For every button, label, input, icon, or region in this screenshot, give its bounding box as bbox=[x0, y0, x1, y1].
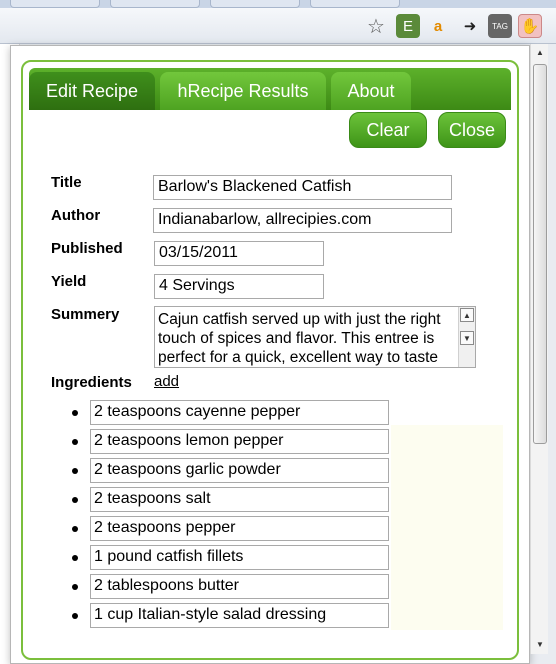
summary-textarea[interactable]: Cajun catfish served up with just the ri… bbox=[154, 306, 476, 368]
ingredient-input[interactable]: 2 teaspoons pepper bbox=[90, 516, 389, 541]
published-label: Published bbox=[51, 240, 123, 257]
scroll-down-icon[interactable]: ▼ bbox=[533, 636, 547, 652]
list-bullet bbox=[72, 613, 78, 619]
amazon-icon[interactable]: a bbox=[426, 14, 450, 38]
list-bullet bbox=[72, 497, 78, 503]
ingredient-input[interactable]: 1 pound catfish fillets bbox=[90, 545, 389, 570]
scroll-up-icon[interactable]: ▲ bbox=[533, 44, 547, 60]
scroll-down-icon[interactable]: ▼ bbox=[460, 331, 474, 345]
recipe-panel: Edit Recipe hRecipe Results About Clear … bbox=[21, 60, 519, 660]
list-bullet bbox=[72, 526, 78, 532]
browser-tab[interactable] bbox=[210, 0, 300, 8]
clear-button[interactable]: Clear bbox=[349, 112, 427, 148]
evernote-icon[interactable]: E bbox=[396, 14, 420, 38]
tab-about[interactable]: About bbox=[331, 72, 411, 110]
yield-label: Yield bbox=[51, 273, 87, 290]
browser-toolbar: ☆ E a ➜ TAG ✋ bbox=[0, 8, 556, 44]
recipe-extension-icon[interactable]: ✋ bbox=[518, 14, 542, 38]
list-bullet bbox=[72, 584, 78, 590]
list-bullet bbox=[72, 468, 78, 474]
add-ingredient-link[interactable]: add bbox=[154, 373, 179, 390]
author-label: Author bbox=[51, 207, 101, 224]
ingredients-label: Ingredients bbox=[51, 374, 132, 391]
tab-bar: Edit Recipe hRecipe Results About bbox=[29, 68, 511, 110]
tab-hrecipe-results[interactable]: hRecipe Results bbox=[160, 72, 326, 110]
browser-tab[interactable] bbox=[10, 0, 100, 8]
published-input[interactable]: 03/15/2011 bbox=[154, 241, 324, 266]
ingredient-input[interactable]: 2 teaspoons salt bbox=[90, 487, 389, 512]
arrow-phone-icon[interactable]: ➜ bbox=[458, 14, 482, 38]
summary-text: Cajun catfish served up with just the ri… bbox=[158, 311, 441, 366]
star-icon[interactable]: ☆ bbox=[364, 14, 388, 38]
list-bullet bbox=[72, 555, 78, 561]
extension-popup: Edit Recipe hRecipe Results About Clear … bbox=[10, 45, 530, 664]
scroll-up-icon[interactable]: ▲ bbox=[460, 308, 474, 322]
ingredient-input[interactable]: 2 teaspoons garlic powder bbox=[90, 458, 389, 483]
summary-scrollbar[interactable]: ▲ ▼ bbox=[458, 307, 475, 367]
ingredient-input[interactable]: 2 teaspoons lemon pepper bbox=[90, 429, 389, 454]
ingredients-area bbox=[391, 425, 503, 630]
ingredient-input[interactable]: 1 cup Italian-style salad dressing bbox=[90, 603, 389, 628]
list-bullet bbox=[72, 439, 78, 445]
close-button[interactable]: Close bbox=[438, 112, 506, 148]
browser-tab-strip bbox=[0, 0, 556, 8]
author-input[interactable]: Indianabarlow, allrecipies.com bbox=[153, 208, 452, 233]
browser-tab[interactable] bbox=[310, 0, 400, 8]
scrollbar-thumb[interactable] bbox=[533, 64, 547, 444]
title-label: Title bbox=[51, 174, 82, 191]
list-bullet bbox=[72, 410, 78, 416]
popup-scrollbar[interactable]: ▲ ▼ bbox=[530, 44, 548, 654]
summary-label: Summery bbox=[51, 306, 120, 323]
ingredient-input[interactable]: 2 teaspoons cayenne pepper bbox=[90, 400, 389, 425]
yield-input[interactable]: 4 Servings bbox=[154, 274, 324, 299]
ingredient-input[interactable]: 2 tablespoons butter bbox=[90, 574, 389, 599]
tag-icon[interactable]: TAG bbox=[488, 14, 512, 38]
title-input[interactable]: Barlow's Blackened Catfish bbox=[153, 175, 452, 200]
tab-edit-recipe[interactable]: Edit Recipe bbox=[29, 72, 155, 110]
browser-tab[interactable] bbox=[110, 0, 200, 8]
